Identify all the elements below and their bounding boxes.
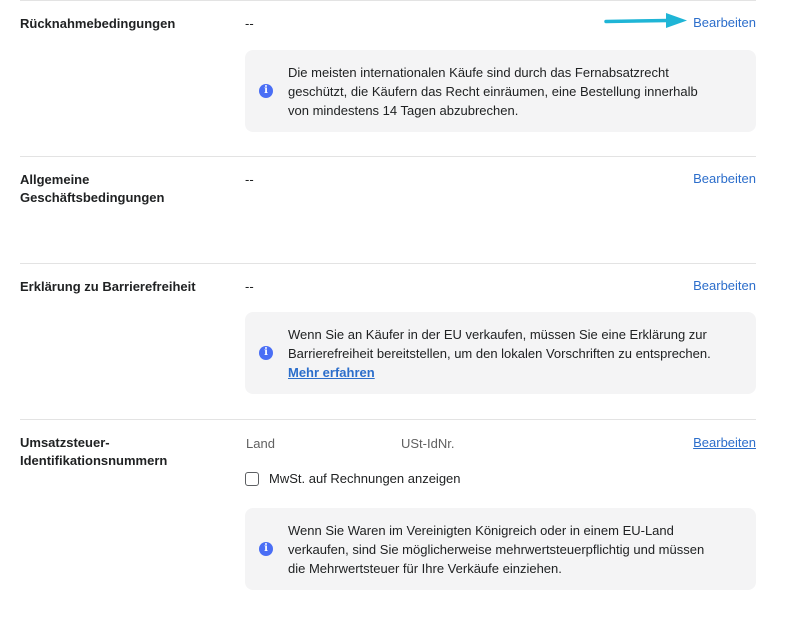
terms-label: Allgemeine Geschäftsbedingungen [20, 172, 165, 205]
returns-edit-button[interactable]: Bearbeiten [693, 14, 756, 32]
returns-info-text: Die meisten internationalen Käufe sind d… [288, 64, 698, 118]
returns-label: Rücknahmebedingungen [20, 16, 176, 31]
divider [20, 156, 756, 157]
returns-info-box: i Die meisten internationalen Käufe sind… [245, 50, 756, 132]
vat-info-box: i Wenn Sie Waren im Vereinigten Königrei… [245, 508, 756, 590]
accessibility-info-body: Wenn Sie an Käufer in der EU verkaufen, … [288, 326, 711, 361]
accessibility-value: -- [245, 279, 254, 294]
vat-id-column-header: USt-IdNr. [401, 436, 455, 451]
learn-more-link[interactable]: Mehr erfahren [288, 363, 720, 382]
country-column-header: Land [246, 436, 275, 451]
vat-edit-button[interactable]: Bearbeiten [693, 434, 756, 452]
terms-edit-button[interactable]: Bearbeiten [693, 170, 756, 188]
vat-label: Umsatzsteuer-Identifikationsnummern [20, 435, 168, 468]
accessibility-edit-button[interactable]: Bearbeiten [693, 277, 756, 295]
show-vat-checkbox-row[interactable]: MwSt. auf Rechnungen anzeigen [245, 471, 461, 486]
accessibility-info-text: Wenn Sie an Käufer in der EU verkaufen, … [288, 325, 720, 382]
vat-info-text: Wenn Sie Waren im Vereinigten Königreich… [288, 522, 705, 576]
accessibility-label: Erklärung zu Barrierefreiheit [20, 279, 196, 294]
info-icon: i [259, 84, 273, 98]
arrow-right-icon [604, 13, 687, 28]
terms-value: -- [245, 172, 254, 187]
divider [20, 419, 756, 420]
returns-value: -- [245, 16, 254, 31]
show-vat-checkbox-label[interactable]: MwSt. auf Rechnungen anzeigen [269, 471, 461, 486]
accessibility-info-box: i Wenn Sie an Käufer in der EU verkaufen… [245, 312, 756, 394]
show-vat-checkbox[interactable] [245, 471, 259, 486]
info-icon: i [259, 346, 273, 360]
info-icon: i [259, 542, 273, 556]
divider-top [20, 0, 756, 1]
divider [20, 263, 756, 264]
